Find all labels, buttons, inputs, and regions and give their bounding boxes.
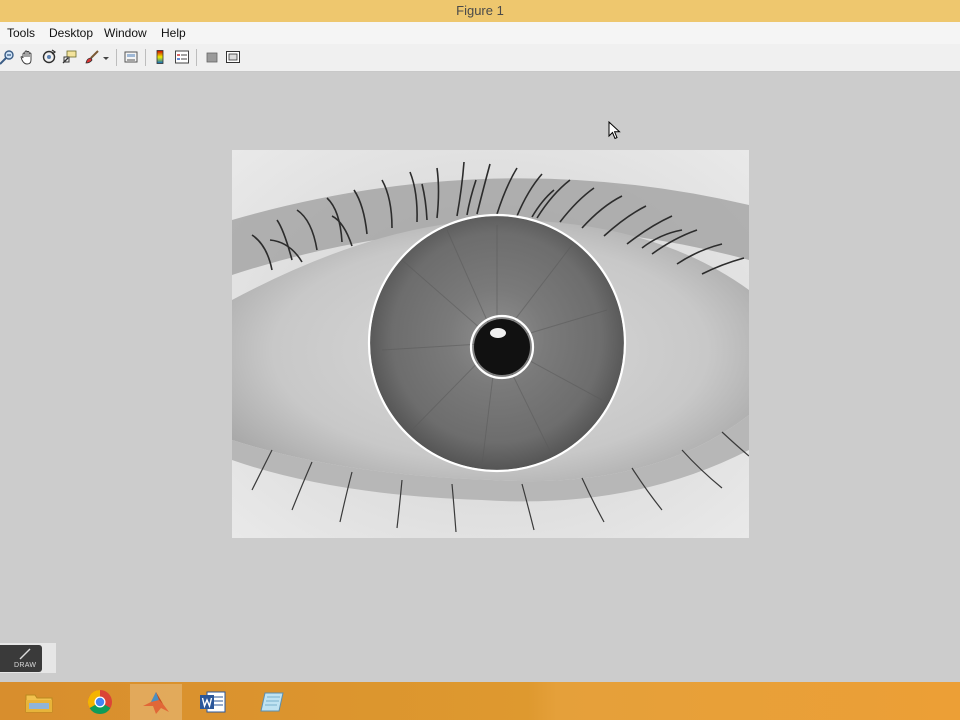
menu-help[interactable]: Help xyxy=(161,22,186,44)
toolbar-separator xyxy=(116,49,117,66)
draw-widget: DRAW xyxy=(0,643,56,673)
figure-toolbar xyxy=(0,44,960,72)
colorbar-icon[interactable] xyxy=(152,48,170,66)
brush-dropdown-icon[interactable] xyxy=(101,48,111,66)
draw-label: DRAW xyxy=(14,662,37,669)
menu-desktop[interactable]: Desktop xyxy=(49,22,93,44)
pupil xyxy=(474,319,530,375)
rotate-3d-icon[interactable] xyxy=(40,48,58,66)
chrome-icon[interactable] xyxy=(74,684,126,720)
legend-icon[interactable] xyxy=(173,48,191,66)
hide-plot-tools-icon[interactable] xyxy=(203,48,221,66)
specular-highlight xyxy=(490,328,506,338)
link-plot-icon[interactable] xyxy=(122,48,140,66)
zoom-out-icon[interactable] xyxy=(0,48,16,66)
menu-bar: Tools Desktop Window Help xyxy=(0,22,960,44)
taskbar xyxy=(0,682,960,720)
menu-tools[interactable]: Tools xyxy=(7,22,35,44)
menu-window[interactable]: Window xyxy=(104,22,147,44)
eye-image-axes[interactable] xyxy=(232,150,749,538)
draw-button[interactable]: DRAW xyxy=(0,645,42,672)
window-title: Figure 1 xyxy=(456,3,504,18)
toolbar-separator xyxy=(145,49,146,66)
toolbar-separator xyxy=(196,49,197,66)
pan-icon[interactable] xyxy=(18,48,36,66)
notepad-icon[interactable] xyxy=(247,684,299,720)
data-cursor-icon[interactable] xyxy=(61,48,79,66)
show-plot-tools-icon[interactable] xyxy=(224,48,242,66)
brush-icon[interactable] xyxy=(83,48,101,66)
matlab-icon[interactable] xyxy=(130,684,182,720)
mouse-cursor-icon xyxy=(608,120,624,141)
pen-icon xyxy=(19,648,31,660)
word-icon[interactable] xyxy=(187,684,239,720)
file-explorer-icon[interactable] xyxy=(13,684,65,720)
window-titlebar[interactable]: Figure 1 xyxy=(0,0,960,22)
